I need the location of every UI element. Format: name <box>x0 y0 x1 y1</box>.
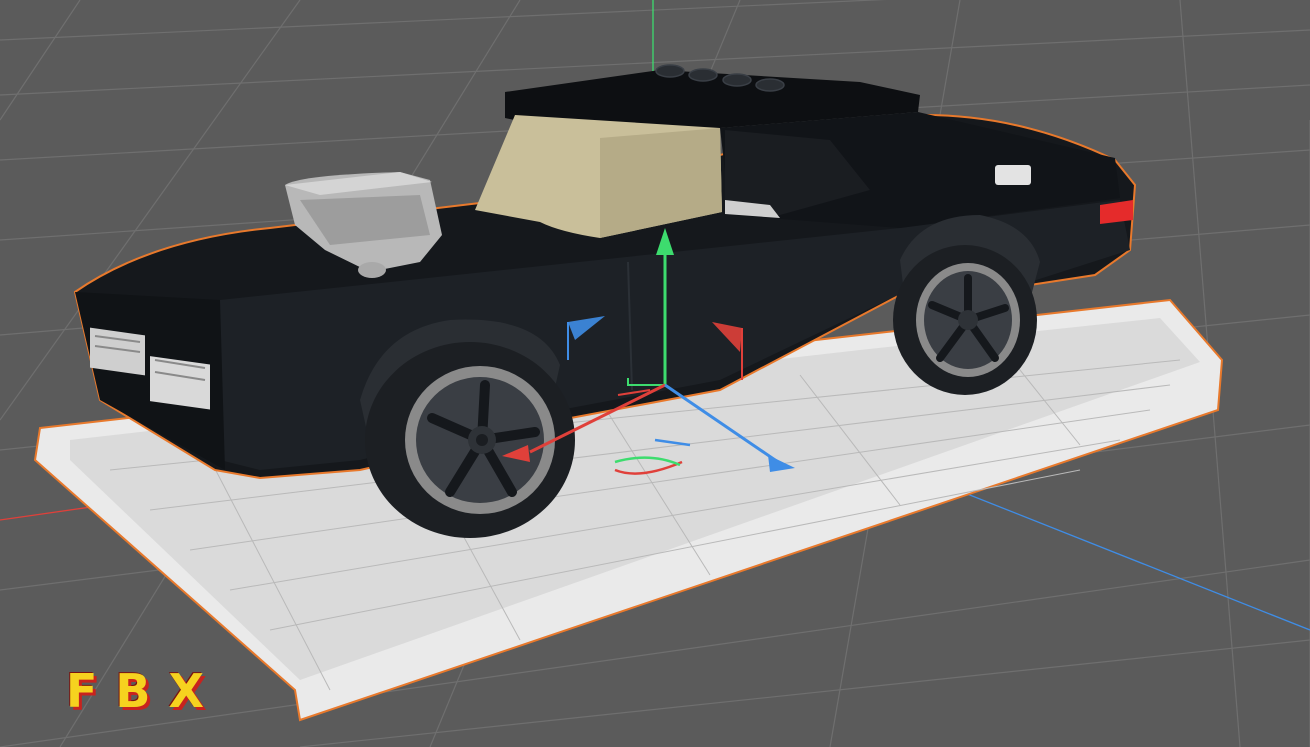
format-badge: FBX <box>66 664 222 718</box>
front-wheel <box>360 319 575 538</box>
rear-wheel <box>893 215 1040 395</box>
rear-spoiler-piece <box>995 165 1031 185</box>
3d-viewport[interactable] <box>0 0 1310 747</box>
